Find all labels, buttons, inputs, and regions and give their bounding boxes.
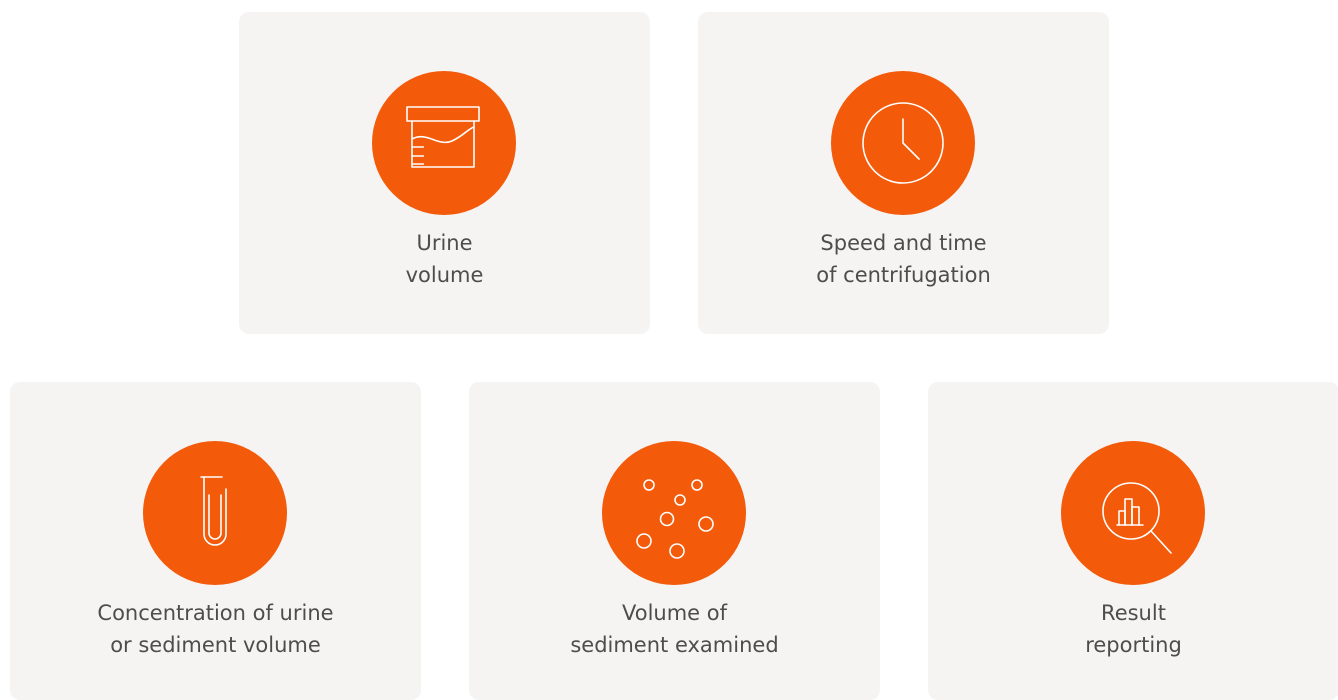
card-label: Concentration of urine or sediment volum… [10,597,421,661]
card-speed-time: Speed and time of centrifugation [698,12,1109,334]
chart-magnifier-icon [1061,441,1205,585]
card-label: Volume of sediment examined [469,597,880,661]
card-label-line1: Result [1101,601,1166,625]
card-label-line2: of centrifugation [816,263,991,287]
card-urine-volume: Urine volume [239,12,650,334]
card-label: Urine volume [239,227,650,291]
test-tube-icon [143,441,287,585]
card-label-line1: Volume of [621,601,728,625]
card-concentration: Concentration of urine or sediment volum… [10,382,421,700]
card-label-line2: sediment examined [570,633,779,657]
card-label-line1: Speed and time [820,231,987,255]
particles-icon [602,441,746,585]
card-label-line2: reporting [1085,633,1182,657]
urine-container-icon [372,71,516,215]
card-label-line1: Urine [416,231,473,255]
card-label-line1: Concentration of urine [97,601,334,625]
card-sediment-examined: Volume of sediment examined [469,382,880,700]
card-label: Result reporting [928,597,1338,661]
card-label: Speed and time of centrifugation [698,227,1109,291]
card-label-line2: or sediment volume [110,633,321,657]
clock-icon [831,71,975,215]
card-label-line2: volume [405,263,484,287]
card-result-reporting: Result reporting [928,382,1338,700]
